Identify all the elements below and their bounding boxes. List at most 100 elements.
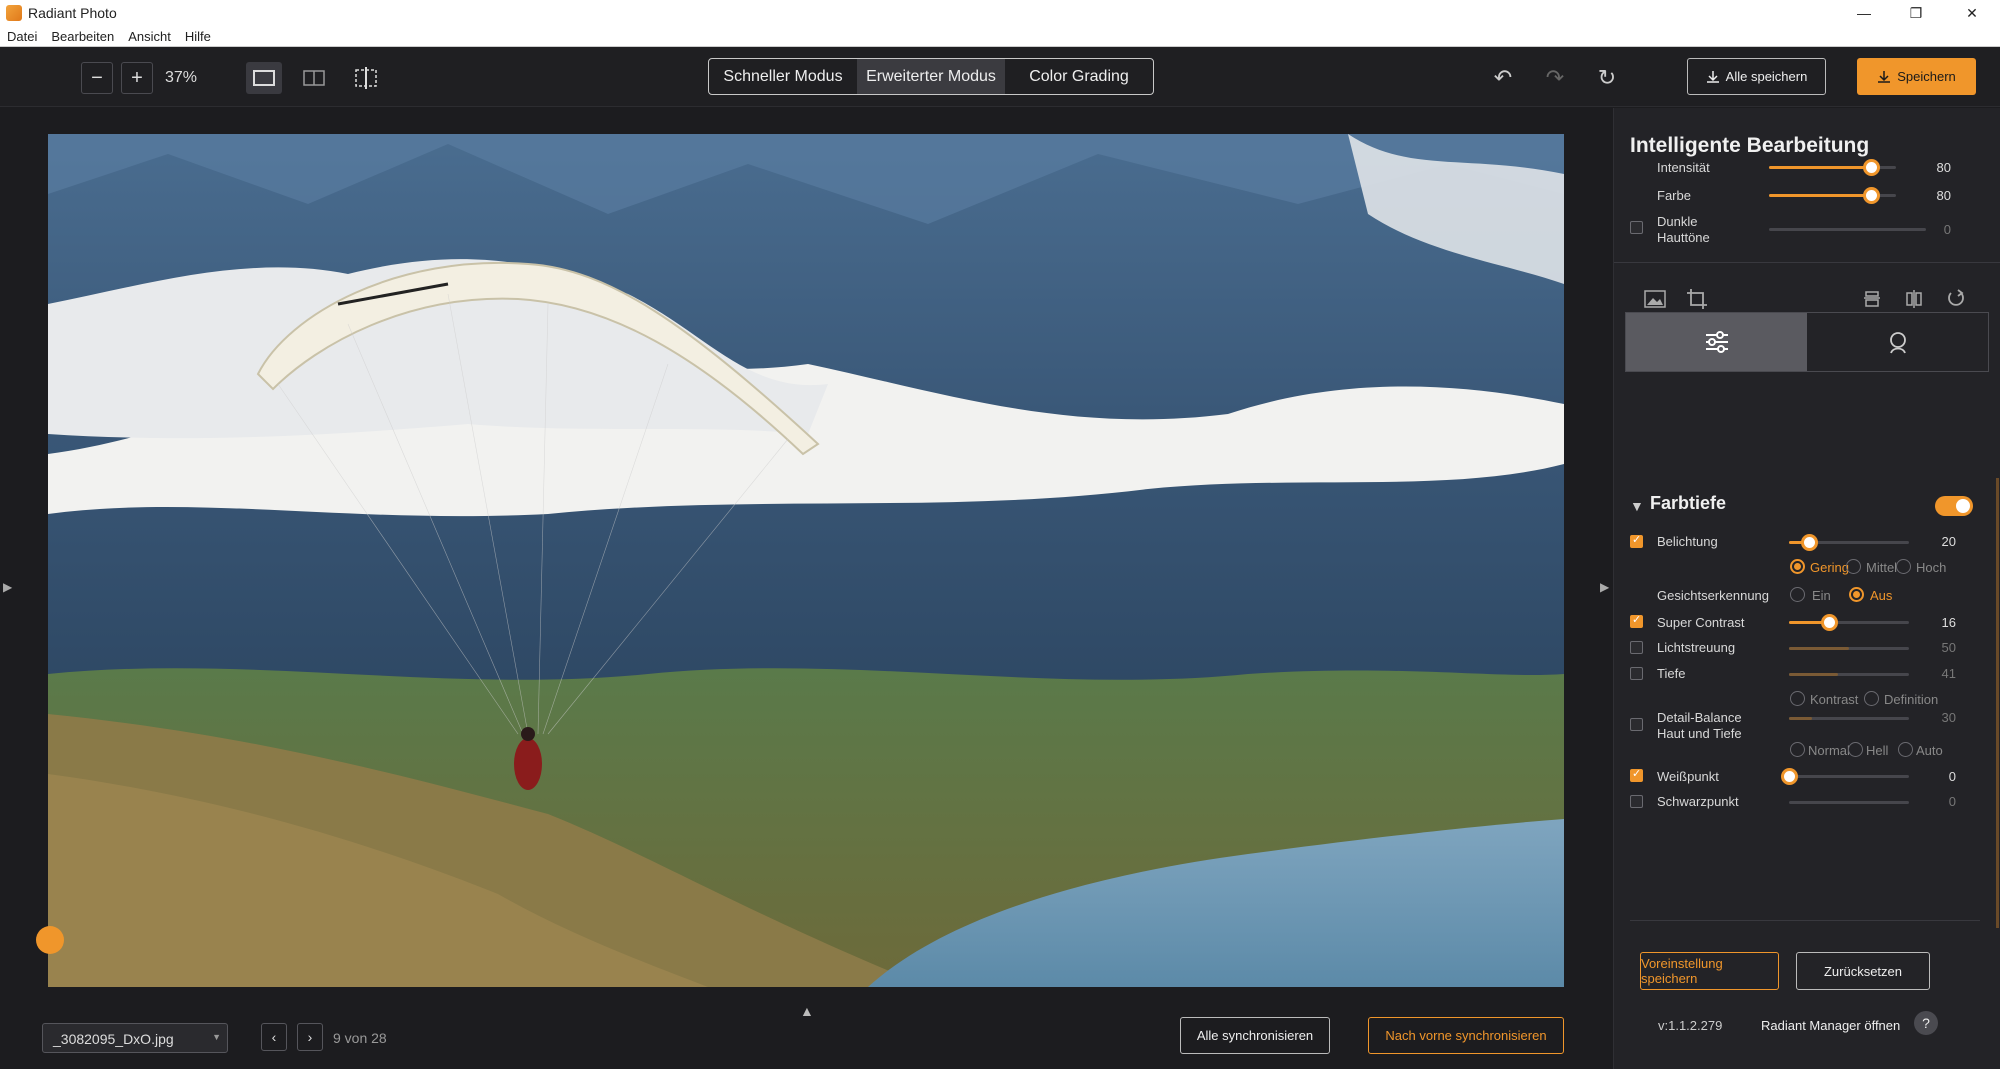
tab-adjustments[interactable] bbox=[1626, 313, 1807, 371]
intensity-label: Intensität bbox=[1657, 160, 1710, 175]
right-panel-toggle-icon[interactable]: ▶ bbox=[1600, 580, 1609, 594]
tab-portrait[interactable] bbox=[1807, 313, 1988, 371]
menu-datei[interactable]: Datei bbox=[0, 29, 44, 44]
bottom-bar: _3082095_DxO.jpg ▼ ‹ › 9 von 28 Alle syn… bbox=[0, 1017, 1612, 1069]
detail-balance-slider[interactable] bbox=[1789, 717, 1909, 720]
menu-ansicht[interactable]: Ansicht bbox=[121, 29, 178, 44]
weisspunkt-label: Weißpunkt bbox=[1657, 769, 1719, 784]
collapse-triangle-icon[interactable]: ▼ bbox=[1630, 498, 1644, 514]
single-view-button[interactable] bbox=[246, 62, 282, 94]
tiefe-checkbox[interactable] bbox=[1630, 667, 1643, 680]
tab-schneller-modus[interactable]: Schneller Modus bbox=[709, 59, 857, 94]
dunkle-hauttoene-checkbox[interactable] bbox=[1630, 221, 1643, 234]
farbe-slider[interactable] bbox=[1769, 187, 1896, 204]
filmstrip-toggle-icon[interactable]: ▲ bbox=[800, 1003, 814, 1019]
panel-scrollbar[interactable] bbox=[1996, 478, 1999, 928]
dunkle-hauttoene-slider[interactable] bbox=[1769, 228, 1926, 231]
schwarzpunkt-label: Schwarzpunkt bbox=[1657, 794, 1739, 809]
sync-forward-button[interactable]: Nach vorne synchronisieren bbox=[1368, 1017, 1564, 1054]
reset-panel-button[interactable]: Zurücksetzen bbox=[1796, 952, 1930, 990]
reset-button[interactable]: ↻ bbox=[1591, 62, 1623, 94]
compare-slider-handle-icon[interactable] bbox=[36, 926, 64, 954]
menu-bearbeiten[interactable]: Bearbeiten bbox=[44, 29, 121, 44]
prev-image-button[interactable]: ‹ bbox=[261, 1023, 287, 1051]
edit-panel: Intelligente Bearbeitung Intensität 80 F… bbox=[1613, 108, 2000, 1069]
flip-horizontal-icon[interactable] bbox=[1904, 289, 1924, 309]
super-contrast-label: Super Contrast bbox=[1657, 615, 1745, 630]
single-view-icon bbox=[253, 70, 275, 86]
rotate-icon[interactable] bbox=[1946, 288, 1966, 308]
radio-normal[interactable] bbox=[1790, 742, 1805, 757]
intensity-slider[interactable] bbox=[1769, 159, 1896, 176]
undo-button[interactable]: ↶ bbox=[1487, 62, 1519, 94]
left-panel-toggle-icon[interactable]: ▶ bbox=[3, 580, 12, 594]
redo-button[interactable]: ↷ bbox=[1539, 62, 1571, 94]
radio-gering[interactable] bbox=[1790, 559, 1805, 574]
help-icon[interactable]: ? bbox=[1914, 1011, 1938, 1035]
radio-kontrast[interactable] bbox=[1790, 691, 1805, 706]
radio-mittel-label: Mittel bbox=[1866, 560, 1898, 575]
lichtstreuung-value: 50 bbox=[1941, 640, 1956, 655]
radio-definition[interactable] bbox=[1864, 691, 1879, 706]
minimize-button[interactable]: — bbox=[1836, 0, 1892, 26]
belichtung-checkbox[interactable] bbox=[1630, 533, 1643, 548]
menu-bar: Datei Bearbeiten Ansicht Hilfe bbox=[0, 26, 2000, 47]
title-bar: Radiant Photo — ❐ ✕ bbox=[0, 0, 2000, 26]
save-label: Speichern bbox=[1897, 69, 1956, 84]
save-all-button[interactable]: Alle speichern bbox=[1687, 58, 1826, 95]
sync-all-button[interactable]: Alle synchronisieren bbox=[1180, 1017, 1330, 1054]
weisspunkt-slider[interactable] bbox=[1781, 768, 1909, 785]
next-image-button[interactable]: › bbox=[297, 1023, 323, 1051]
zoom-out-button[interactable]: − bbox=[81, 62, 113, 94]
radio-hell-label: Hell bbox=[1866, 743, 1889, 758]
super-contrast-slider[interactable] bbox=[1789, 614, 1909, 631]
tab-color-grading[interactable]: Color Grading bbox=[1005, 59, 1153, 94]
save-button[interactable]: Speichern bbox=[1857, 58, 1976, 95]
close-button[interactable]: ✕ bbox=[1944, 0, 2000, 26]
radio-mittel[interactable] bbox=[1846, 559, 1861, 574]
split-divider-icon bbox=[355, 67, 377, 89]
lichtstreuung-slider[interactable] bbox=[1789, 647, 1909, 650]
radio-aus[interactable] bbox=[1849, 587, 1864, 602]
lichtstreuung-checkbox[interactable] bbox=[1630, 641, 1643, 654]
image-icon[interactable] bbox=[1644, 289, 1666, 309]
split-compare-button[interactable] bbox=[348, 62, 384, 94]
open-manager-link[interactable]: Radiant Manager öffnen bbox=[1761, 1018, 1900, 1033]
belichtung-slider[interactable] bbox=[1789, 534, 1909, 551]
face-retouch-icon bbox=[1889, 332, 1906, 354]
super-contrast-checkbox[interactable] bbox=[1630, 613, 1643, 628]
belichtung-value: 20 bbox=[1941, 534, 1956, 549]
file-name: _3082095_DxO.jpg bbox=[53, 1031, 174, 1047]
crop-icon[interactable] bbox=[1686, 288, 1708, 310]
tab-erweiterter-modus[interactable]: Erweiterter Modus bbox=[857, 59, 1005, 94]
schwarzpunkt-checkbox[interactable] bbox=[1630, 795, 1643, 808]
toolbar: − + 37% Schneller Modus Erweiterter Modu… bbox=[0, 47, 2000, 107]
mode-switcher: Schneller Modus Erweiterter Modus Color … bbox=[708, 58, 1154, 95]
radio-hell[interactable] bbox=[1848, 742, 1863, 757]
farbtiefe-toggle[interactable] bbox=[1935, 496, 1973, 516]
radio-hoch[interactable] bbox=[1896, 559, 1911, 574]
schwarzpunkt-slider[interactable] bbox=[1789, 801, 1909, 804]
flip-vertical-icon[interactable] bbox=[1862, 289, 1882, 309]
radio-ein[interactable] bbox=[1790, 587, 1805, 602]
panel-title: Intelligente Bearbeitung bbox=[1630, 134, 1870, 157]
radio-auto[interactable] bbox=[1898, 742, 1913, 757]
zoom-in-button[interactable]: + bbox=[121, 62, 153, 94]
tiefe-slider[interactable] bbox=[1789, 673, 1909, 676]
reset-icon: ↻ bbox=[1597, 65, 1617, 90]
dunkle-hauttoene-value: 0 bbox=[1943, 222, 1951, 237]
file-select[interactable]: _3082095_DxO.jpg ▼ bbox=[42, 1023, 228, 1053]
detail-balance-checkbox[interactable] bbox=[1630, 718, 1643, 731]
download-icon bbox=[1706, 70, 1719, 83]
section-title-farbtiefe: Farbtiefe bbox=[1650, 493, 1727, 513]
weisspunkt-checkbox[interactable] bbox=[1630, 767, 1643, 782]
maximize-button[interactable]: ❐ bbox=[1888, 0, 1944, 26]
intensity-value: 80 bbox=[1936, 160, 1951, 175]
menu-hilfe[interactable]: Hilfe bbox=[178, 29, 218, 44]
detail-balance-label: Detail-Balance Haut und Tiefe bbox=[1657, 710, 1742, 741]
compare-view-button[interactable] bbox=[296, 62, 332, 94]
edit-tabs bbox=[1625, 312, 1989, 372]
schwarzpunkt-value: 0 bbox=[1948, 794, 1956, 809]
save-preset-button[interactable]: Voreinstellung speichern bbox=[1640, 952, 1779, 990]
weisspunkt-value: 0 bbox=[1948, 769, 1956, 784]
